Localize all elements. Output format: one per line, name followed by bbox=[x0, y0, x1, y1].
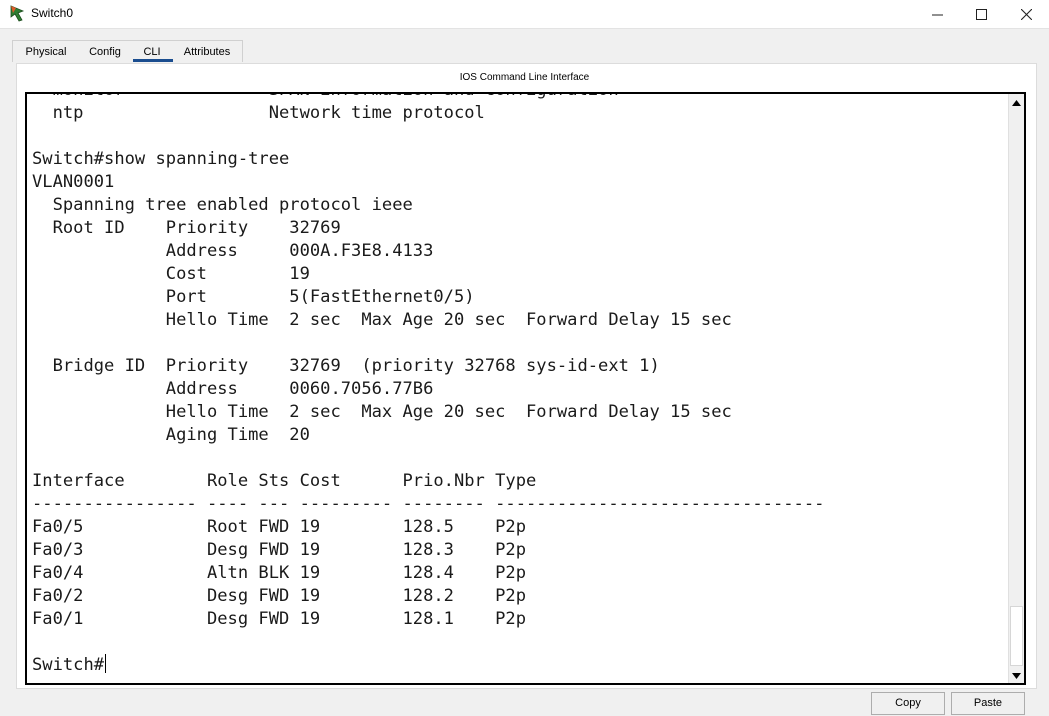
switch-app-icon bbox=[8, 5, 26, 22]
title-bar: Switch0 bbox=[0, 0, 1049, 29]
paste-button[interactable]: Paste bbox=[951, 692, 1025, 715]
cli-terminal[interactable]: monitor SPAN information and configurati… bbox=[25, 92, 1026, 685]
terminal-line: ntp Network time protocol bbox=[32, 103, 485, 123]
terminal-line: Spanning tree enabled protocol ieee bbox=[32, 195, 413, 215]
terminal-line: Aging Time 20 bbox=[32, 425, 310, 445]
terminal-line: Switch#show spanning-tree bbox=[32, 149, 290, 169]
minimize-button[interactable] bbox=[914, 0, 960, 28]
tab-attributes[interactable]: Attributes bbox=[174, 41, 240, 63]
terminal-line: VLAN0001 bbox=[32, 172, 115, 192]
terminal-line: Fa0/2 Desg FWD 19 128.2 P2p bbox=[32, 586, 526, 606]
terminal-line: Hello Time 2 sec Max Age 20 sec Forward … bbox=[32, 402, 732, 422]
terminal-scrollbar[interactable] bbox=[1008, 94, 1024, 683]
panel-title: IOS Command Line Interface bbox=[459, 72, 590, 83]
terminal-line: Fa0/3 Desg FWD 19 128.3 P2p bbox=[32, 540, 526, 560]
tab-physical[interactable]: Physical bbox=[14, 41, 78, 63]
scroll-up-button[interactable] bbox=[1009, 94, 1024, 110]
maximize-icon bbox=[975, 8, 987, 20]
scroll-down-button[interactable] bbox=[1009, 667, 1024, 683]
terminal-line: Bridge ID Priority 32769 (priority 32768… bbox=[32, 356, 660, 376]
close-button[interactable] bbox=[1003, 0, 1049, 28]
terminal-line: Address 000A.F3E8.4133 bbox=[32, 241, 434, 261]
terminal-output: monitor SPAN information and configurati… bbox=[32, 94, 1002, 677]
close-icon bbox=[1020, 8, 1032, 20]
tab-config[interactable]: Config bbox=[80, 41, 130, 63]
scroll-thumb[interactable] bbox=[1010, 606, 1023, 666]
terminal-line: Hello Time 2 sec Max Age 20 sec Forward … bbox=[32, 310, 732, 330]
copy-button[interactable]: Copy bbox=[871, 692, 945, 715]
window-title: Switch0 bbox=[31, 6, 74, 20]
terminal-prompt: Switch# bbox=[32, 655, 105, 675]
text-cursor bbox=[105, 654, 107, 673]
arrow-down-icon bbox=[1012, 666, 1021, 684]
terminal-line: Fa0/5 Root FWD 19 128.5 P2p bbox=[32, 517, 526, 537]
terminal-line: Cost 19 bbox=[32, 264, 310, 284]
terminal-line: monitor SPAN information and configurati… bbox=[32, 94, 1002, 102]
active-tab-indicator bbox=[133, 59, 173, 62]
terminal-line: Fa0/4 Altn BLK 19 128.4 P2p bbox=[32, 563, 526, 583]
terminal-line: ---------------- ---- --- --------- ----… bbox=[32, 494, 825, 514]
terminal-line: Root ID Priority 32769 bbox=[32, 218, 341, 238]
terminal-prompt-line[interactable]: Switch# bbox=[32, 654, 1002, 677]
terminal-line: Fa0/1 Desg FWD 19 128.1 P2p bbox=[32, 609, 526, 629]
minimize-icon bbox=[931, 9, 943, 20]
terminal-line: Interface Role Sts Cost Prio.Nbr Type bbox=[32, 471, 537, 491]
maximize-button[interactable] bbox=[958, 0, 1004, 28]
terminal-line: Port 5(FastEthernet0/5) bbox=[32, 287, 475, 307]
terminal-line: Address 0060.7056.77B6 bbox=[32, 379, 434, 399]
arrow-up-icon bbox=[1012, 93, 1021, 111]
